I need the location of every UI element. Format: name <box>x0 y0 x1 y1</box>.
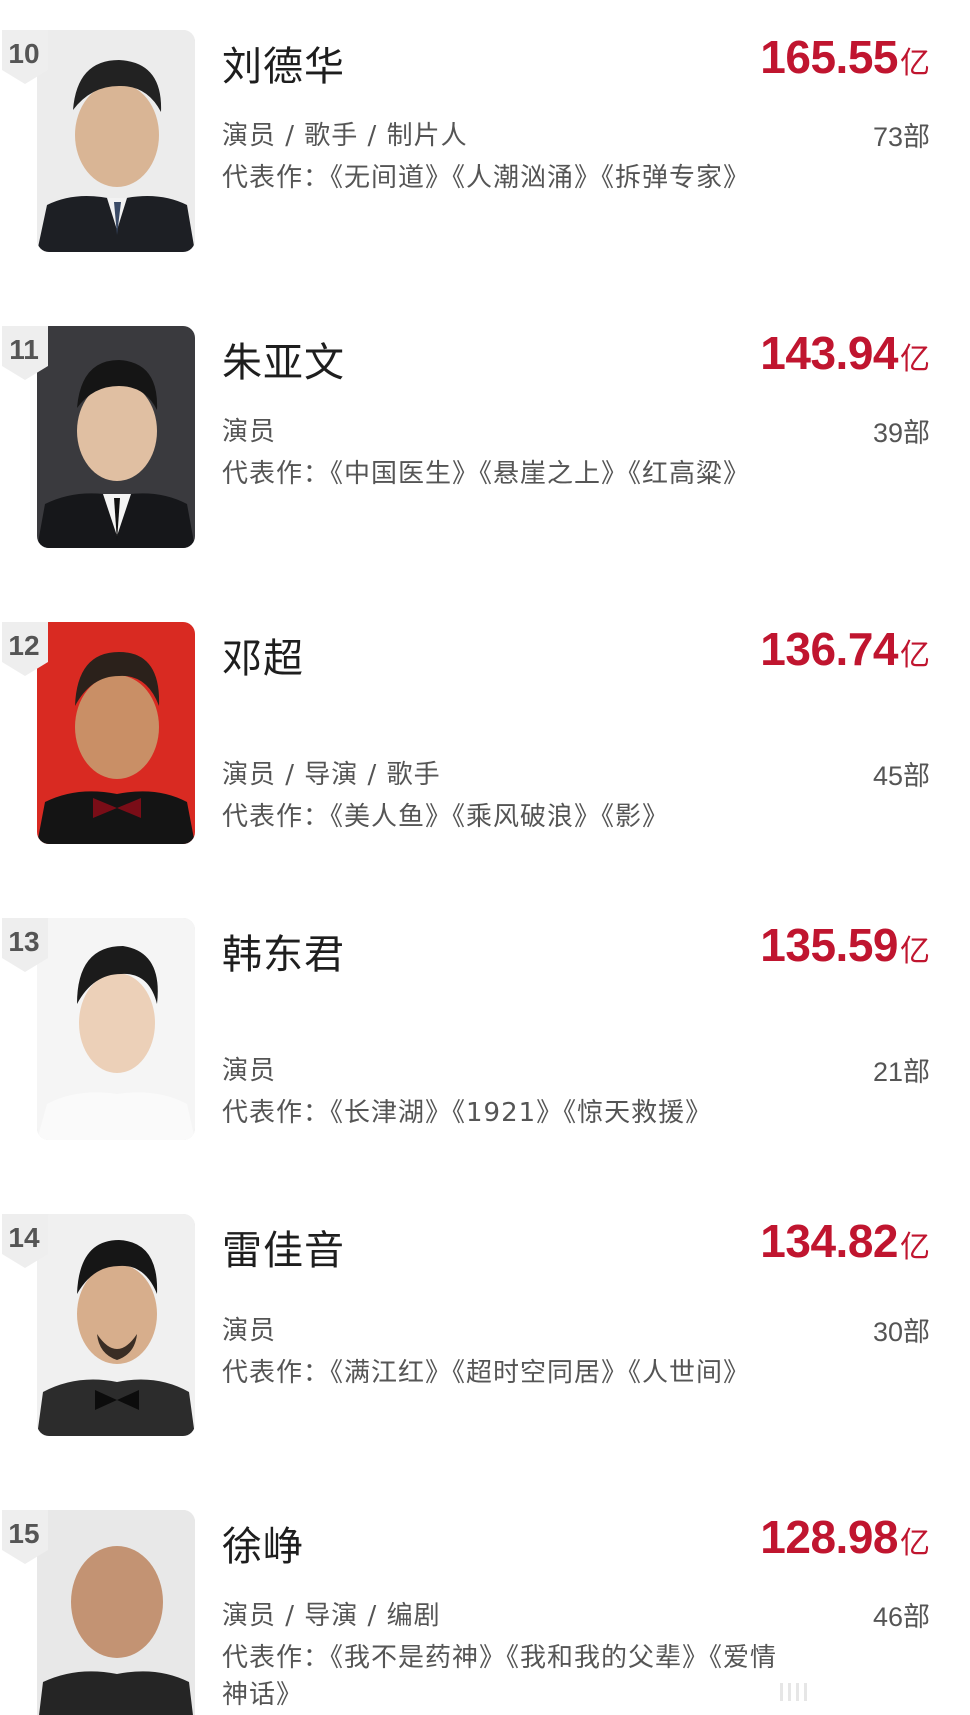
film-count: 46部 <box>872 1602 930 1632</box>
film-count: 39部 <box>872 418 930 448</box>
ranking-item[interactable]: 11 朱亚文 143.94亿 演员 39部 代表作：《中国医生》《悬崖之上》《红… <box>0 326 970 576</box>
ranking-item[interactable]: 15 徐峥 128.98亿 演员 / 导演 / 编剧 46部 代表作：《我不是药… <box>0 1510 970 1715</box>
actor-name[interactable]: 雷佳音 <box>222 1218 345 1276</box>
box-office-unit: 亿 <box>900 342 930 377</box>
box-office-value: 135.59 <box>760 919 898 971</box>
film-count: 73部 <box>872 122 930 152</box>
actor-name[interactable]: 刘德华 <box>222 34 345 92</box>
actor-roles: 演员 <box>222 417 277 447</box>
rank-badge: 13 <box>2 918 48 972</box>
representative-works: 代表作：《中国医生》《悬崖之上》《红高粱》 <box>222 459 751 489</box>
ranking-item[interactable]: 10 刘德华 165.55亿 演员 / 歌手 / 制片人 73部 代表作：《无间… <box>0 30 970 280</box>
box-office-value: 136.74 <box>760 623 898 675</box>
ranking-item[interactable]: 14 雷佳音 134.82亿 演员 30部 代表作：《满江红》《超时空同居》《人… <box>0 1214 970 1464</box>
actor-photo <box>37 326 195 548</box>
rank-badge: 14 <box>2 1214 48 1268</box>
box-office-unit: 亿 <box>900 934 930 969</box>
box-office: 136.74亿 <box>760 622 930 676</box>
actor-name[interactable]: 朱亚文 <box>222 330 345 388</box>
actor-roles: 演员 / 导演 / 歌手 <box>222 760 441 790</box>
actor-photo <box>37 1510 195 1715</box>
rank-badge: 12 <box>2 622 48 676</box>
box-office-unit: 亿 <box>900 1526 930 1561</box>
ranking-item[interactable]: 12 邓超 136.74亿 演员 / 导演 / 歌手 45部 代表作：《美人鱼》… <box>0 622 970 872</box>
actor-photo <box>37 30 195 252</box>
actor-photo <box>37 1214 195 1436</box>
actor-name[interactable]: 韩东君 <box>222 922 345 980</box>
box-office: 143.94亿 <box>760 326 930 380</box>
representative-works: 代表作：《我不是药神》《我和我的父辈》《爱情神话》 <box>222 1643 778 1710</box>
actor-name[interactable]: 徐峥 <box>222 1514 304 1572</box>
actor-name[interactable]: 邓超 <box>222 626 304 684</box>
box-office-value: 143.94 <box>760 327 898 379</box>
rank-number: 12 <box>8 630 40 661</box>
film-count: 21部 <box>872 1057 930 1087</box>
rank-number: 11 <box>9 334 39 365</box>
actor-roles: 演员 / 导演 / 编剧 <box>222 1601 441 1631</box>
box-office-unit: 亿 <box>900 46 930 81</box>
rank-number: 14 <box>8 1222 40 1253</box>
actor-roles: 演员 <box>222 1316 277 1346</box>
rank-badge: 11 <box>2 326 48 380</box>
box-office-value: 165.55 <box>760 31 898 83</box>
box-office-unit: 亿 <box>900 1230 930 1265</box>
rank-number: 15 <box>8 1518 40 1549</box>
box-office-unit: 亿 <box>900 638 930 673</box>
representative-works: 代表作：《满江红》《超时空同居》《人世间》 <box>222 1358 751 1388</box>
representative-works: 代表作：《美人鱼》《乘风破浪》《影》 <box>222 802 670 832</box>
representative-works: 代表作：《长津湖》《1921》《惊天救援》 <box>222 1098 713 1128</box>
actor-photo <box>37 622 195 844</box>
actor-roles: 演员 <box>222 1056 277 1086</box>
actor-photo <box>37 918 195 1140</box>
film-count: 30部 <box>872 1317 930 1347</box>
box-office: 128.98亿 <box>760 1510 930 1564</box>
box-office: 165.55亿 <box>760 30 930 84</box>
box-office: 135.59亿 <box>760 918 930 972</box>
rank-number: 13 <box>8 926 40 957</box>
rank-badge: 10 <box>2 30 48 84</box>
box-office-value: 134.82 <box>760 1215 898 1267</box>
watermark-mark <box>780 1683 860 1701</box>
actor-roles: 演员 / 歌手 / 制片人 <box>222 121 468 151</box>
box-office-value: 128.98 <box>760 1511 898 1563</box>
ranking-item[interactable]: 13 韩东君 135.59亿 演员 21部 代表作：《长津湖》《1921》《惊天… <box>0 918 970 1168</box>
rank-badge: 15 <box>2 1510 48 1564</box>
box-office: 134.82亿 <box>760 1214 930 1268</box>
film-count: 45部 <box>872 761 930 791</box>
representative-works: 代表作：《无间道》《人潮汹涌》《拆弹专家》 <box>222 163 751 193</box>
rank-number: 10 <box>8 38 40 69</box>
